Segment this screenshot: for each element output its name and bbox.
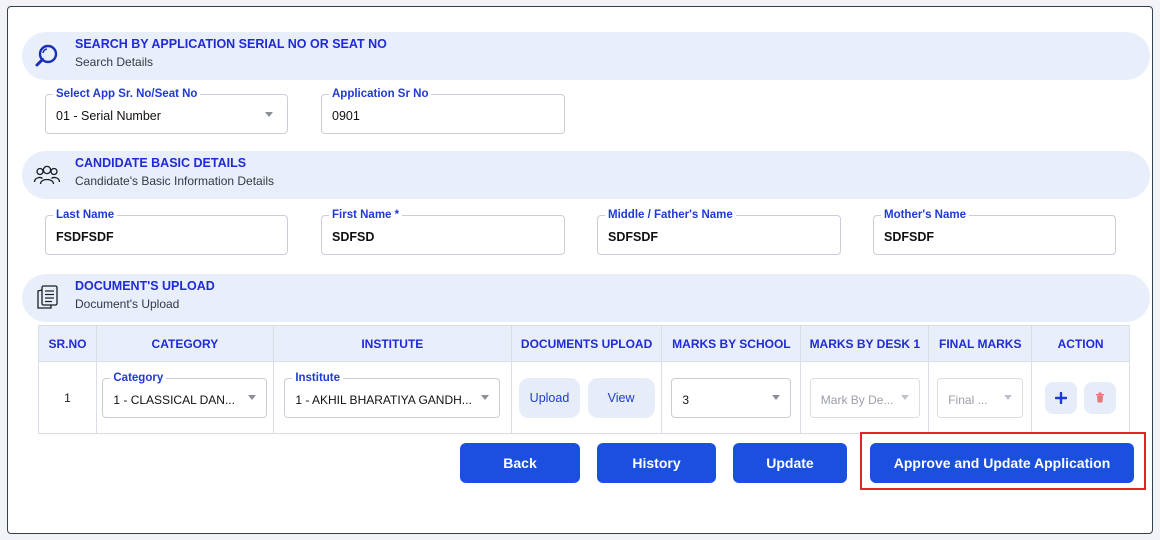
select-app-sr-value: 01 - Serial Number	[56, 109, 161, 123]
documents-section-title: DOCUMENT'S UPLOAD	[75, 279, 215, 293]
application-sr-no-label: Application Sr No	[329, 87, 432, 101]
candidate-section-subtitle: Candidate's Basic Information Details	[75, 174, 275, 188]
last-name-field[interactable]: Last Name FSDFSDF	[45, 208, 288, 255]
institute-dropdown[interactable]: Institute 1 - AKHIL BHARATIYA GANDH...	[284, 370, 501, 418]
view-button[interactable]: View	[587, 377, 655, 418]
documents-section-subtitle: Document's Upload	[75, 297, 180, 311]
table-row: 1 Category 1 - CLASSICAL DAN... Institut…	[38, 361, 1130, 434]
middle-name-field[interactable]: Middle / Father's Name SDFSDF	[597, 208, 841, 255]
marks-by-school-value: 3	[682, 392, 690, 407]
header-marks-by-desk-1: MARKS BY DESK 1	[800, 325, 930, 362]
trash-icon	[1096, 392, 1105, 403]
header-action: ACTION	[1031, 325, 1130, 362]
update-button[interactable]: Update	[733, 443, 847, 483]
final-marks-dropdown[interactable]: Final ...	[937, 377, 1024, 418]
header-sr-no: SR.NO	[38, 325, 97, 362]
document-icon	[32, 283, 62, 313]
marks-by-desk-placeholder: Mark By De...	[820, 392, 894, 407]
chevron-down-icon	[772, 394, 781, 400]
row-marks-desk-cell: Mark By De...	[800, 361, 930, 434]
table-header-row: SR.NO CATEGORY INSTITUTE DOCUMENTS UPLOA…	[38, 325, 1130, 362]
chevron-down-icon	[900, 394, 909, 400]
first-name-field[interactable]: First Name * SDFSD	[321, 208, 565, 255]
row-institute-cell: Institute 1 - AKHIL BHARATIYA GANDH...	[272, 361, 512, 434]
plus-icon	[1054, 391, 1067, 404]
header-documents-upload: DOCUMENTS UPLOAD	[510, 325, 663, 362]
row-documents-cell: Upload View	[510, 361, 663, 434]
chevron-down-icon	[481, 394, 490, 400]
candidate-section-title: CANDIDATE BASIC DETAILS	[75, 156, 247, 170]
last-name-label: Last Name	[53, 208, 118, 222]
mother-name-label: Mother's Name	[881, 208, 969, 222]
add-row-button[interactable]	[1044, 381, 1077, 414]
documents-table: SR.NO CATEGORY INSTITUTE DOCUMENTS UPLOA…	[38, 325, 1130, 434]
chevron-down-icon	[248, 394, 257, 400]
users-icon	[32, 160, 62, 190]
institute-value: 1 - AKHIL BHARATIYA GANDH...	[295, 392, 472, 407]
approve-update-application-button[interactable]: Approve and Update Application	[870, 443, 1134, 483]
last-name-value: FSDFSDF	[56, 230, 114, 244]
middle-name-value: SDFSDF	[608, 230, 658, 244]
header-institute: INSTITUTE	[272, 325, 512, 362]
category-value: 1 - CLASSICAL DAN...	[113, 392, 235, 407]
upload-button[interactable]: Upload	[518, 377, 581, 418]
category-label: Category	[110, 370, 167, 385]
chevron-down-icon	[1004, 394, 1013, 400]
search-section-header: SEARCH BY APPLICATION SERIAL NO OR SEAT …	[22, 32, 1150, 80]
application-sr-no-value: 0901	[332, 109, 360, 123]
first-name-value: SDFSD	[332, 230, 375, 244]
search-section-subtitle: Search Details	[75, 55, 154, 69]
documents-section-header: DOCUMENT'S UPLOAD Document's Upload	[22, 274, 1150, 322]
delete-row-button[interactable]	[1084, 381, 1117, 414]
select-app-sr-label: Select App Sr. No/Seat No	[53, 87, 201, 101]
candidate-section-header: CANDIDATE BASIC DETAILS Candidate's Basi…	[22, 151, 1150, 199]
row-marks-school-cell: 3	[661, 361, 802, 434]
mother-name-value: SDFSDF	[884, 230, 934, 244]
category-dropdown[interactable]: Category 1 - CLASSICAL DAN...	[102, 370, 268, 418]
select-app-sr-dropdown[interactable]: Select App Sr. No/Seat No 01 - Serial Nu…	[45, 87, 288, 134]
row-action-cell	[1031, 361, 1130, 434]
row-category-cell: Category 1 - CLASSICAL DAN...	[95, 361, 274, 434]
chevron-down-icon	[265, 112, 273, 117]
first-name-label: First Name *	[329, 208, 403, 222]
row-final-marks-cell: Final ...	[928, 361, 1033, 434]
search-section-title: SEARCH BY APPLICATION SERIAL NO OR SEAT …	[75, 37, 387, 51]
middle-name-label: Middle / Father's Name	[605, 208, 736, 222]
mother-name-field[interactable]: Mother's Name SDFSDF	[873, 208, 1116, 255]
marks-by-desk-dropdown[interactable]: Mark By De...	[809, 377, 920, 418]
row-sr-no: 1	[38, 361, 97, 434]
final-marks-placeholder: Final ...	[948, 392, 988, 407]
application-sr-no-input[interactable]: Application Sr No 0901	[321, 87, 565, 134]
marks-by-school-dropdown[interactable]: 3	[671, 377, 792, 418]
history-button[interactable]: History	[597, 443, 716, 483]
header-marks-by-school: MARKS BY SCHOOL	[661, 325, 802, 362]
back-button[interactable]: Back	[460, 443, 580, 483]
header-final-marks: FINAL MARKS	[928, 325, 1033, 362]
header-category: CATEGORY	[95, 325, 274, 362]
search-icon	[32, 41, 62, 71]
institute-label: Institute	[292, 370, 344, 385]
